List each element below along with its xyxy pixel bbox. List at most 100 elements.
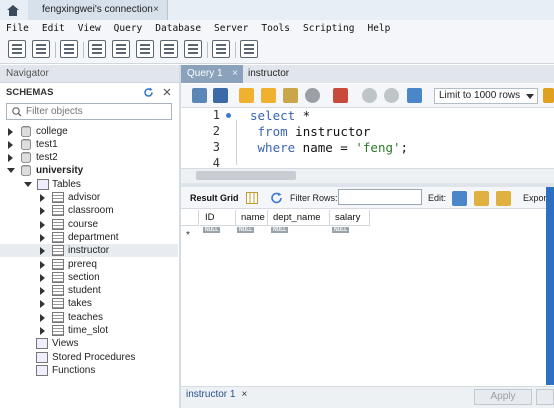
save-icon[interactable] — [213, 88, 228, 103]
table-item-takes[interactable]: takes — [0, 297, 178, 310]
connection-tab[interactable]: fengxingwei's connection × — [28, 0, 168, 20]
delete-row-icon[interactable] — [496, 191, 511, 206]
expand-arrow-icon[interactable] — [40, 260, 45, 269]
side-panel-edge[interactable] — [546, 187, 554, 385]
expand-arrow-icon[interactable] — [40, 313, 45, 322]
stop-icon[interactable] — [305, 88, 320, 103]
schema-item-test2[interactable]: test2 — [0, 151, 178, 164]
filter-objects-box[interactable] — [6, 103, 172, 120]
expand-arrow-icon[interactable] — [8, 141, 13, 149]
table-item-student[interactable]: student — [0, 284, 178, 297]
filter-rows-input[interactable] — [338, 189, 422, 205]
schema-item-test1[interactable]: test1 — [0, 138, 178, 151]
filter-objects-input[interactable] — [26, 106, 166, 117]
explain-icon[interactable] — [283, 88, 298, 103]
table-item-time-slot[interactable]: time_slot — [0, 324, 178, 337]
menu-database[interactable]: Database — [149, 23, 208, 34]
insert-row-icon[interactable] — [474, 191, 489, 206]
apply-button[interactable]: Apply — [474, 389, 532, 405]
tables-group[interactable]: Tables — [0, 178, 178, 191]
functions-group[interactable]: Functions — [0, 364, 178, 377]
reconnect-icon[interactable] — [240, 40, 258, 58]
inspector-icon[interactable] — [60, 40, 78, 58]
expand-arrow-icon[interactable] — [8, 128, 13, 136]
create-function-icon[interactable] — [184, 40, 202, 58]
result-grid[interactable] — [181, 209, 554, 385]
expand-arrow-icon[interactable] — [40, 300, 45, 309]
expand-arrow-icon[interactable] — [40, 247, 45, 256]
collapse-all-icon[interactable] — [162, 87, 172, 97]
expand-arrow-icon[interactable] — [40, 327, 45, 335]
table-item-department[interactable]: department — [0, 231, 178, 244]
views-group[interactable]: Views — [0, 337, 178, 350]
table-item-classroom[interactable]: classroom — [0, 204, 178, 217]
refresh-icon[interactable] — [143, 87, 154, 98]
search-table-data-icon[interactable] — [212, 40, 230, 58]
table-item-instructor[interactable]: instructor — [0, 244, 178, 258]
schema-label: university — [36, 165, 84, 176]
menu-server[interactable]: Server — [208, 23, 255, 34]
rollback-icon[interactable] — [384, 88, 399, 103]
execute-current-icon[interactable] — [261, 88, 276, 103]
grid-layout-icon[interactable] — [246, 192, 258, 204]
close-connection-tab-button[interactable]: × — [153, 0, 159, 20]
code-line-1[interactable]: select * — [250, 108, 310, 123]
table-item-prereq[interactable]: prereq — [0, 258, 178, 271]
new-sql-tab-icon[interactable] — [8, 40, 26, 58]
result-tab-instructor-1[interactable]: instructor 1 × — [186, 389, 247, 400]
schema-item-college[interactable]: college — [0, 125, 178, 138]
autocommit-icon[interactable] — [407, 88, 422, 103]
menu-view[interactable]: View — [72, 23, 108, 34]
create-view-icon[interactable] — [136, 40, 154, 58]
expand-arrow-icon[interactable] — [40, 207, 45, 216]
edit-row-icon[interactable] — [452, 191, 467, 206]
scrollbar-thumb[interactable] — [196, 171, 296, 180]
menu-scripting[interactable]: Scripting — [297, 23, 361, 34]
create-table-icon[interactable] — [112, 40, 130, 58]
close-query-tab-button[interactable]: × — [232, 65, 238, 83]
limit-rows-select[interactable]: Limit to 1000 rows — [434, 88, 538, 104]
table-item-advisor[interactable]: advisor — [0, 191, 178, 204]
revert-button[interactable] — [536, 389, 554, 405]
menu-tools[interactable]: Tools — [255, 23, 297, 34]
column-header-name[interactable]: name — [236, 210, 268, 226]
create-procedure-icon[interactable] — [160, 40, 178, 58]
table-item-teaches[interactable]: teaches — [0, 311, 178, 324]
column-header-salary[interactable]: salary — [330, 210, 370, 226]
column-header-dept-name[interactable]: dept_name — [268, 210, 330, 226]
menu-help[interactable]: Help — [361, 23, 397, 34]
close-result-tab-button[interactable]: × — [241, 389, 247, 400]
expand-arrow-icon[interactable] — [8, 154, 13, 162]
schema-item-university[interactable]: university — [0, 164, 178, 177]
execute-icon[interactable] — [239, 88, 254, 103]
tab-instructor[interactable]: instructor — [248, 65, 289, 83]
column-header-id[interactable]: ID — [200, 210, 236, 226]
new-row-marker[interactable]: * — [186, 230, 190, 241]
menu-query[interactable]: Query — [108, 23, 150, 34]
code-line-2[interactable]: from instructor — [250, 124, 371, 139]
expand-arrow-icon[interactable] — [40, 194, 45, 202]
table-item-course[interactable]: course — [0, 218, 178, 231]
code-line-3[interactable]: where name = 'feng'; — [250, 140, 409, 155]
table-item-section[interactable]: section — [0, 271, 178, 284]
result-grid-tab[interactable]: Result Grid — [190, 193, 239, 203]
stored-procedures-group[interactable]: Stored Procedures — [0, 351, 178, 364]
menu-file[interactable]: File — [0, 23, 36, 34]
collapse-arrow-icon[interactable] — [24, 182, 32, 187]
expand-arrow-icon[interactable] — [40, 287, 45, 296]
collapse-arrow-icon[interactable] — [7, 168, 15, 173]
home-tab[interactable] — [0, 0, 26, 20]
expand-arrow-icon[interactable] — [40, 220, 45, 229]
create-schema-icon[interactable] — [88, 40, 106, 58]
open-sql-script-icon[interactable] — [32, 40, 50, 58]
open-file-icon[interactable] — [192, 88, 207, 103]
refresh-rows-icon[interactable] — [270, 192, 283, 204]
menu-edit[interactable]: Edit — [36, 23, 72, 34]
toggle-errors-icon[interactable] — [333, 88, 348, 103]
chevron-down-icon[interactable] — [526, 94, 534, 99]
expand-arrow-icon[interactable] — [40, 233, 45, 242]
tab-query-1[interactable]: Query 1 × — [181, 65, 243, 83]
expand-arrow-icon[interactable] — [40, 273, 45, 282]
beautify-icon[interactable] — [543, 88, 554, 103]
commit-icon[interactable] — [362, 88, 377, 103]
